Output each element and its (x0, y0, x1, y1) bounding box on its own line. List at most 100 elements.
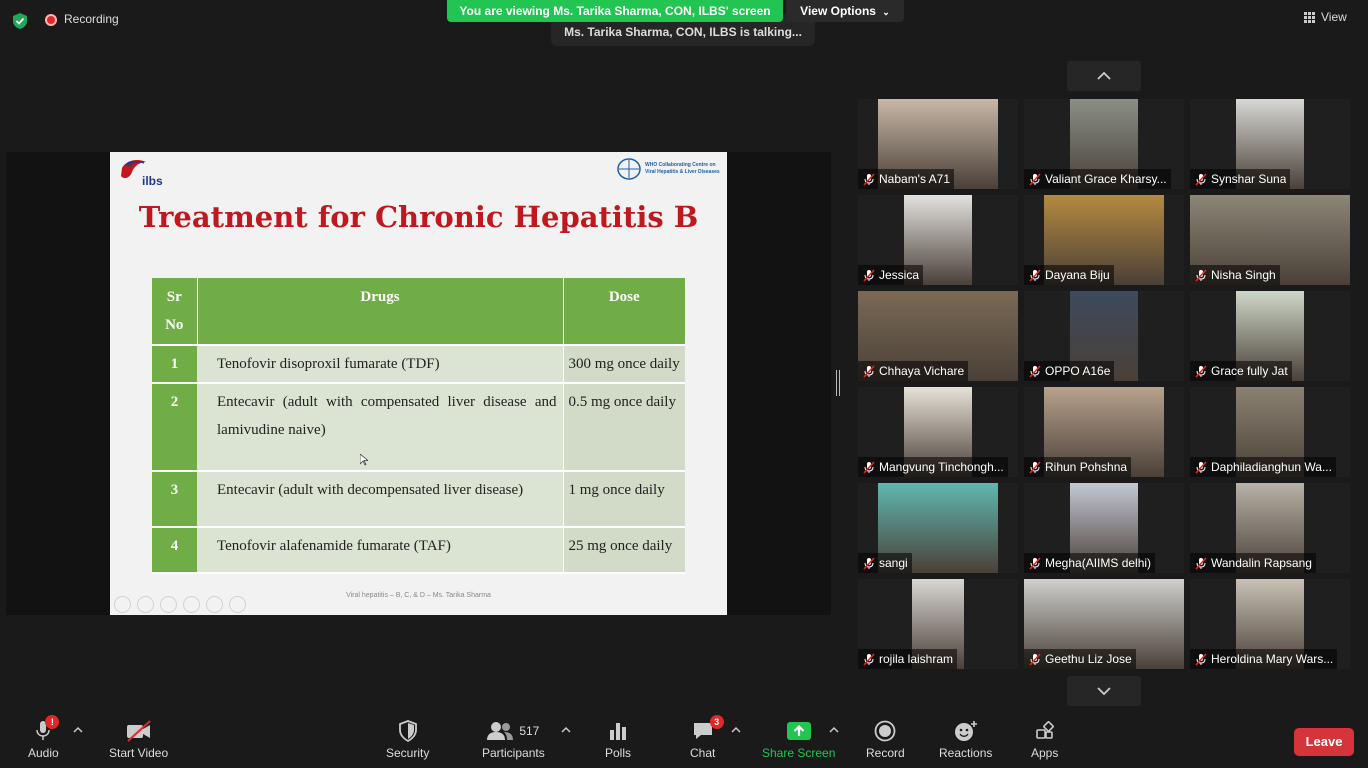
participants-button[interactable]: 517 Participants (482, 718, 545, 760)
slideshow-controls[interactable] (114, 596, 246, 613)
apps-label: Apps (1031, 746, 1059, 760)
start-video-button[interactable]: Start Video (109, 718, 168, 760)
chevron-down-icon (1097, 687, 1111, 695)
record-icon (874, 720, 896, 742)
participant-name: Jessica (879, 268, 920, 282)
participant-name-bar: Dayana Biju (1024, 265, 1114, 285)
chat-options-caret-icon[interactable] (731, 726, 741, 734)
participant-tile[interactable]: Grace fully Jat (1190, 291, 1350, 381)
reactions-button[interactable]: Reactions (939, 718, 992, 760)
participants-icon (487, 722, 514, 740)
security-label: Security (386, 746, 430, 760)
chevron-down-icon: ⌄ (882, 7, 890, 17)
chat-button[interactable]: 3 Chat (690, 715, 724, 760)
participant-name-bar: Megha(AIIMS delhi) (1024, 553, 1156, 573)
record-label: Record (866, 746, 905, 760)
recording-label: Recording (64, 12, 119, 26)
participant-tile[interactable]: Valiant Grace Kharsy... (1024, 99, 1184, 189)
pen-icon[interactable] (160, 596, 177, 613)
participant-name: Geethu Liz Jose (1045, 652, 1132, 666)
header-dose: Dose (563, 278, 685, 346)
participant-name: Wandalin Rapsang (1211, 556, 1312, 570)
participant-name: Rihun Pohshna (1045, 460, 1128, 474)
view-label: View (1321, 10, 1347, 24)
gallery-next-button[interactable] (1067, 676, 1141, 706)
next-slide-icon[interactable] (137, 596, 154, 613)
participant-tile[interactable]: Jessica (858, 195, 1018, 285)
participant-tile[interactable]: sangi (858, 483, 1018, 573)
audio-options-caret-icon[interactable] (73, 726, 83, 734)
participants-options-caret-icon[interactable] (561, 726, 571, 734)
participant-tile[interactable]: Megha(AIIMS delhi) (1024, 483, 1184, 573)
row-dose: 0.5 mg once daily (562, 383, 685, 472)
view-button[interactable]: View (1304, 10, 1347, 24)
participant-name: Megha(AIIMS delhi) (1045, 556, 1152, 570)
who-logo-text: WHO Collaborating Centre on Viral Hepati… (645, 162, 720, 175)
participant-tile[interactable]: Dayana Biju (1024, 195, 1184, 285)
shield-check-icon[interactable] (12, 12, 28, 30)
apps-icon (1035, 721, 1054, 739)
participant-name: Nisha Singh (1211, 268, 1276, 282)
participants-count: 517 (519, 724, 540, 738)
participant-tile[interactable]: Mangvung Tinchongh... (858, 387, 1018, 477)
participant-tile[interactable]: Nabam's A71 (858, 99, 1018, 189)
audio-label: Audio (28, 746, 59, 760)
participant-name: Daphiladianghun Wa... (1211, 460, 1332, 474)
participant-tile[interactable]: Rihun Pohshna (1024, 387, 1184, 477)
more-icon[interactable] (229, 596, 246, 613)
panel-resize-handle[interactable] (836, 370, 840, 396)
participants-label: Participants (482, 746, 545, 760)
row-dose: 300 mg once daily (562, 345, 685, 384)
table-row: 2 Entecavir (adult with compensated live… (152, 383, 685, 472)
participant-tile[interactable]: Chhaya Vichare (858, 291, 1018, 381)
participant-name-bar: Nabam's A71 (858, 169, 954, 189)
participant-tile[interactable]: Nisha Singh (1190, 195, 1350, 285)
participant-tile[interactable]: OPPO A16e (1024, 291, 1184, 381)
mic-muted-icon (1195, 652, 1207, 666)
view-options-button[interactable]: View Options ⌄ (786, 0, 904, 22)
participant-name-bar: Wandalin Rapsang (1190, 553, 1316, 573)
apps-button[interactable]: Apps (1031, 718, 1058, 760)
share-screen-icon (786, 722, 811, 740)
participant-name-bar: Mangvung Tinchongh... (858, 457, 1008, 477)
zoom-icon[interactable] (206, 596, 223, 613)
row-sr: 3 (152, 471, 197, 528)
participant-name-bar: Nisha Singh (1190, 265, 1280, 285)
recording-icon (45, 14, 57, 26)
slides-icon[interactable] (183, 596, 200, 613)
header-sr-no: Sr No (152, 278, 198, 346)
previous-slide-icon[interactable] (114, 596, 131, 613)
gallery-prev-button[interactable] (1067, 61, 1141, 91)
row-sr: 2 (152, 383, 197, 472)
participant-tile[interactable]: Daphiladianghun Wa... (1190, 387, 1350, 477)
audio-button[interactable]: ! Audio (28, 715, 60, 760)
share-screen-button[interactable]: Share Screen (762, 718, 835, 760)
participant-tile[interactable]: Heroldina Mary Wars... (1190, 579, 1350, 669)
participant-tile[interactable]: Synshar Suna (1190, 99, 1350, 189)
share-options-caret-icon[interactable] (829, 726, 839, 734)
row-drug: Tenofovir disoproxil fumarate (TDF) (197, 345, 563, 384)
video-off-icon (126, 720, 151, 742)
participant-name: Synshar Suna (1211, 172, 1287, 186)
mic-muted-icon (1195, 268, 1207, 282)
participant-tile[interactable]: Wandalin Rapsang (1190, 483, 1350, 573)
mic-muted-icon (1029, 652, 1041, 666)
row-drug: Tenofovir alafenamide fumarate (TAF) (197, 527, 563, 574)
security-button[interactable]: Security (386, 718, 429, 760)
mic-muted-icon (863, 268, 875, 282)
record-button[interactable]: Record (866, 718, 905, 760)
grid-icon (1304, 11, 1315, 23)
mic-muted-icon (863, 556, 875, 570)
participant-name-bar: Grace fully Jat (1190, 361, 1292, 381)
participant-tile[interactable]: rojila laishram (858, 579, 1018, 669)
chat-label: Chat (690, 746, 716, 760)
row-drug: Entecavir (adult with decompensated live… (197, 471, 563, 528)
leave-button[interactable]: Leave (1294, 728, 1354, 756)
table-row: 4 Tenofovir alafenamide fumarate (TAF) 2… (152, 527, 685, 574)
shield-icon (398, 720, 417, 742)
participant-tile[interactable]: Geethu Liz Jose (1024, 579, 1184, 669)
participant-name-bar: Daphiladianghun Wa... (1190, 457, 1336, 477)
participant-name-bar: rojila laishram (858, 649, 958, 669)
share-screen-label: Share Screen (762, 746, 836, 760)
polls-button[interactable]: Polls (605, 718, 631, 760)
